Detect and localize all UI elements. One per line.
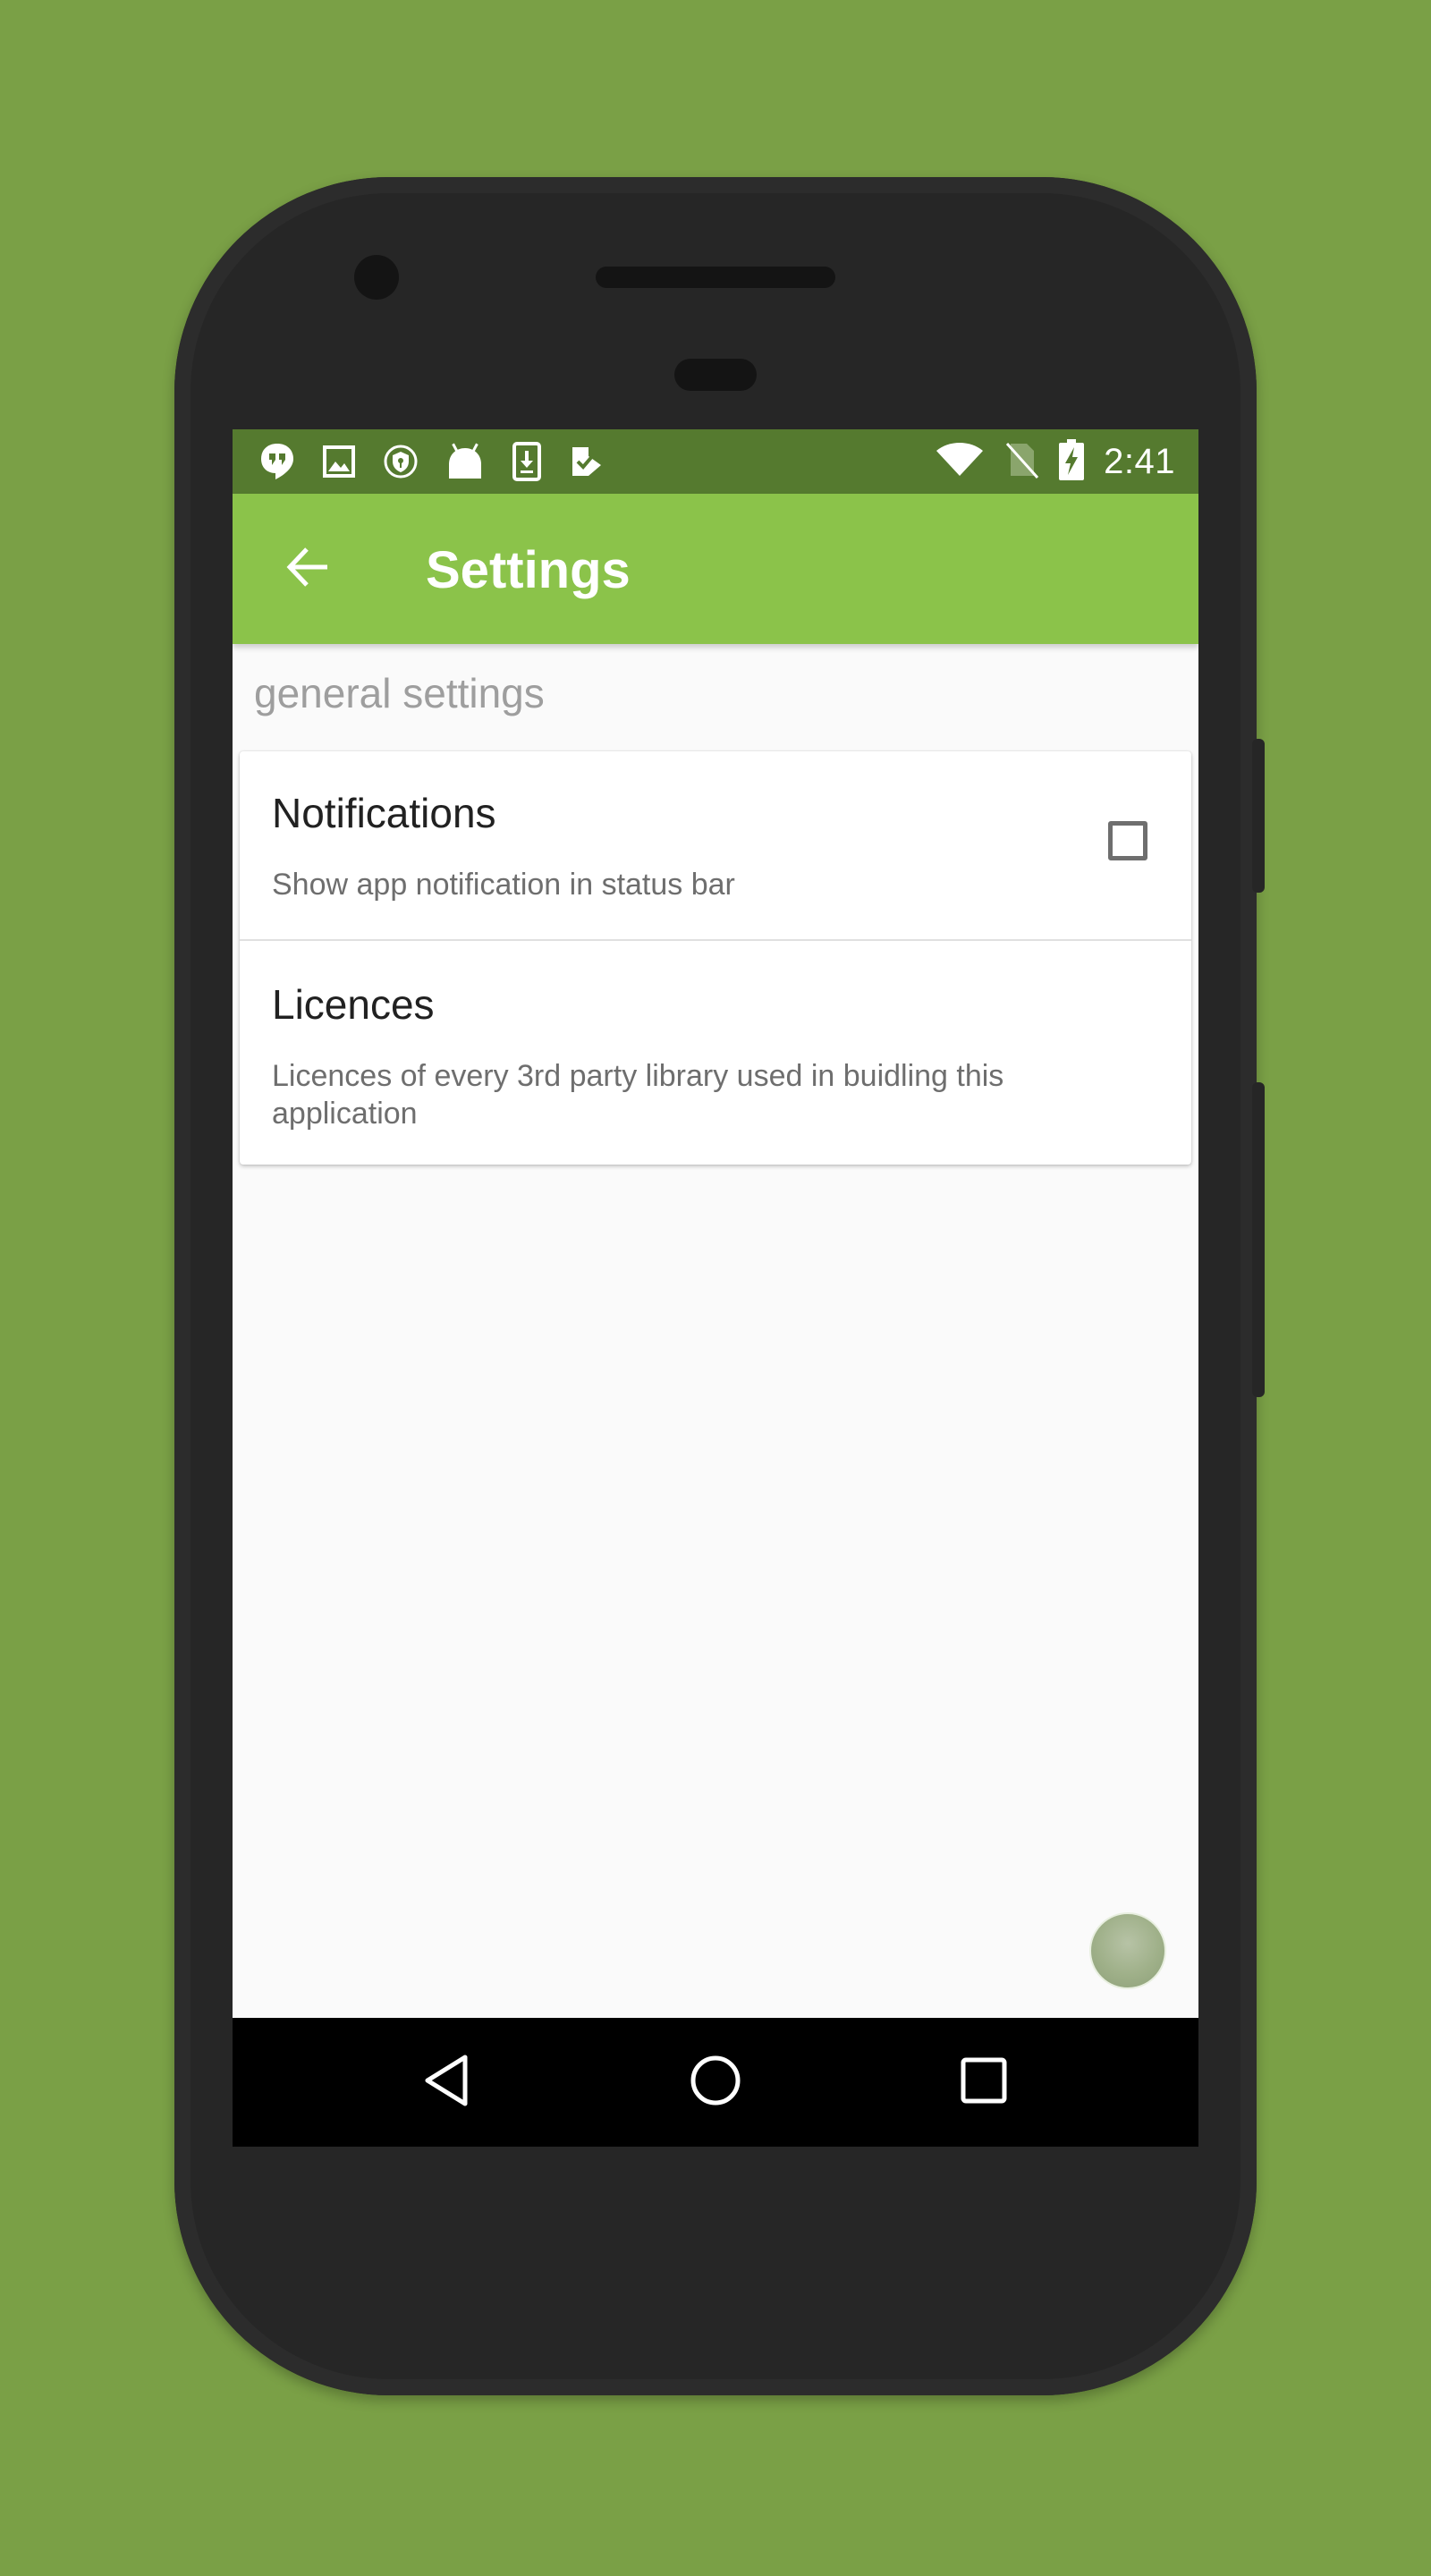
status-notification-icons: [259, 442, 605, 481]
phone-power-button: [1252, 739, 1265, 893]
notifications-summary: Show app notification in status bar: [272, 868, 735, 902]
arrow-back-icon: [283, 542, 333, 597]
phone-volume-button: [1252, 1082, 1265, 1397]
licences-preference[interactable]: Licences Licences of every 3rd party lib…: [240, 941, 1191, 1165]
nav-back-button[interactable]: [411, 2046, 483, 2118]
licences-title: Licences: [272, 981, 435, 1028]
play-store-icon: [569, 444, 605, 479]
category-header: general settings: [254, 670, 545, 716]
status-bar: 2:41: [233, 429, 1198, 494]
status-system-icons: 2:41: [936, 438, 1175, 484]
notifications-preference[interactable]: Notifications Show app notification in s…: [240, 751, 1191, 941]
battery-charging-icon: [1059, 438, 1085, 485]
app-bar: Settings: [233, 494, 1198, 644]
image-icon: [322, 445, 356, 479]
nav-recents-icon: [955, 2052, 1012, 2114]
back-button[interactable]: [270, 531, 345, 606]
download-icon: [512, 442, 542, 481]
nav-home-icon: [687, 2052, 744, 2114]
notifications-checkbox[interactable]: [1108, 821, 1147, 860]
screen: 2:41 Settings general settings Notificat…: [233, 429, 1198, 2147]
wifi-icon: [936, 442, 984, 482]
no-sim-icon: [1003, 440, 1039, 484]
earpiece-speaker: [596, 267, 835, 288]
hangouts-icon: [259, 442, 295, 481]
nav-recents-button[interactable]: [948, 2046, 1020, 2118]
notifications-title: Notifications: [272, 790, 496, 836]
nav-home-button[interactable]: [680, 2046, 751, 2118]
status-clock: 2:41: [1104, 441, 1175, 481]
page-title: Settings: [426, 541, 631, 599]
floating-widget-bubble[interactable]: [1089, 1912, 1166, 1989]
front-camera: [354, 255, 399, 300]
proximity-sensor: [674, 359, 757, 391]
navigation-bar: [233, 2018, 1198, 2147]
nav-back-icon: [419, 2052, 476, 2114]
preferences-card: Notifications Show app notification in s…: [240, 751, 1191, 1165]
shield-icon: [383, 444, 419, 479]
android-icon: [445, 443, 485, 480]
licences-summary: Licences of every 3rd party library used…: [272, 1059, 1004, 1131]
